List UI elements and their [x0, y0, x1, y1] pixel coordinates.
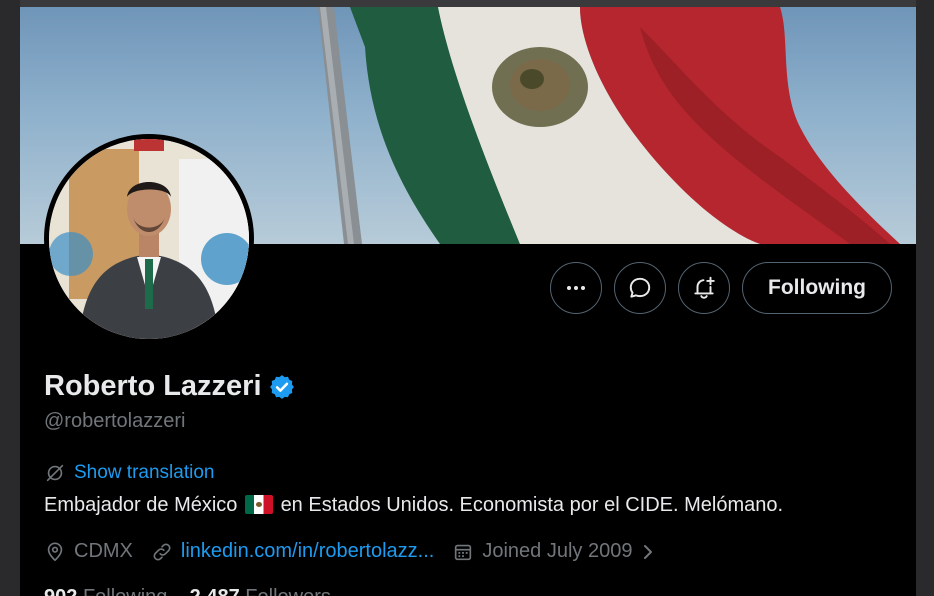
profile-counts: 902 Following 2,487 Followers [44, 586, 331, 596]
following-button[interactable]: Following [742, 262, 892, 314]
profile-meta: CDMX linkedin.com/in/robertolazz... Join… [44, 540, 674, 563]
bell-plus-icon [694, 276, 715, 299]
link-icon [153, 543, 171, 560]
mexico-flag-emoji-icon [245, 495, 273, 514]
following-count: 902 [44, 586, 77, 596]
following-label: Following [83, 586, 167, 596]
window-top-bar [20, 0, 916, 7]
location-icon [47, 541, 63, 561]
notify-button[interactable] [678, 262, 731, 314]
profile-actions: Following [550, 262, 892, 314]
show-translation-label: Show translation [74, 462, 215, 483]
profile-name: Roberto Lazzeri [44, 370, 262, 402]
profile-handle: @robertolazzeri [44, 410, 186, 432]
show-translation-link[interactable]: Show translation [44, 462, 214, 484]
more-icon [567, 286, 586, 290]
followers-count-link[interactable]: 2,487 Followers [190, 586, 331, 596]
message-button[interactable] [614, 262, 667, 314]
profile-avatar[interactable] [44, 134, 254, 344]
calendar-icon [455, 544, 472, 560]
website-link[interactable]: linkedin.com/in/robertolazz... [181, 540, 434, 563]
message-icon [629, 277, 651, 298]
bio-text-part1: Embajador de México [44, 494, 238, 516]
verified-badge-icon[interactable] [268, 373, 296, 401]
following-count-link[interactable]: 902 Following [44, 586, 173, 596]
avatar-photo [49, 139, 249, 339]
followers-count: 2,487 [190, 586, 240, 596]
bio-text-part2: en Estados Unidos. Economista por el CID… [280, 494, 784, 516]
location-text: CDMX [74, 540, 133, 562]
more-button[interactable] [550, 262, 603, 314]
profile-location: CDMX [44, 540, 133, 563]
followers-label: Followers [245, 586, 331, 596]
translate-icon [46, 464, 64, 482]
profile-page: Following Roberto Lazzeri @robertolazzer… [20, 0, 916, 596]
chevron-right-icon [644, 544, 653, 559]
profile-website[interactable]: linkedin.com/in/robertolazz... [151, 540, 434, 563]
profile-name-row: Roberto Lazzeri [44, 370, 296, 403]
joined-text: Joined July 2009 [482, 540, 633, 562]
profile-bio: Embajador de México en Estados Unidos. E… [44, 494, 783, 517]
profile-joined[interactable]: Joined July 2009 [452, 540, 656, 563]
